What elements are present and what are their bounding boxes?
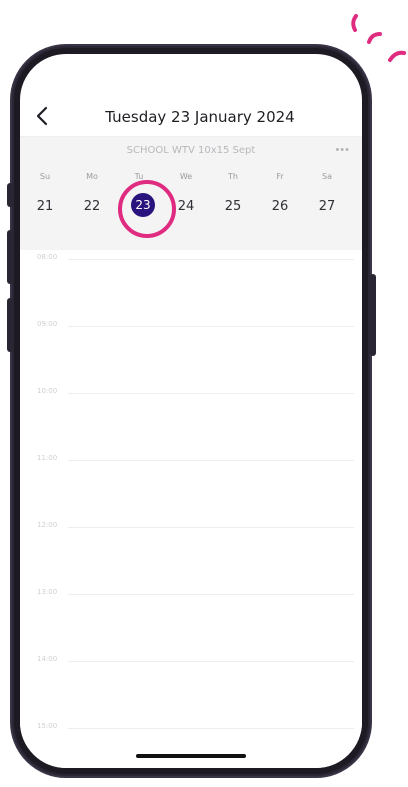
calendar-week-panel: SCHOOL WTV 10x15 Sept ••• Su Mo Tu We Th… bbox=[20, 136, 362, 251]
page: Tuesday 23 January 2024 SCHOOL WTV 10x15… bbox=[0, 0, 408, 787]
power-button bbox=[370, 274, 376, 356]
home-indicator[interactable] bbox=[136, 754, 246, 758]
time-label: 15:00 bbox=[37, 722, 58, 730]
time-label: 13:00 bbox=[37, 588, 58, 596]
time-label: 10:00 bbox=[37, 387, 58, 395]
back-button[interactable] bbox=[30, 103, 54, 129]
hour-divider bbox=[68, 728, 354, 729]
time-slot-1200[interactable]: 12:00 bbox=[20, 518, 362, 538]
weekday-friday: Fr bbox=[276, 172, 284, 181]
phone-frame: Tuesday 23 January 2024 SCHOOL WTV 10x15… bbox=[7, 44, 376, 778]
more-options-button[interactable]: ••• bbox=[335, 144, 350, 156]
hour-divider bbox=[68, 393, 354, 394]
volume-up-button bbox=[7, 230, 13, 284]
time-slot-1000[interactable]: 10:00 bbox=[20, 384, 362, 404]
time-slot-1400[interactable]: 14:00 bbox=[20, 652, 362, 672]
weekday-thursday: Th bbox=[228, 172, 238, 181]
hour-divider bbox=[68, 527, 354, 528]
date-24[interactable]: 24 bbox=[166, 193, 206, 221]
weekday-saturday: Sa bbox=[322, 172, 332, 181]
time-slot-0800[interactable]: 08:00 bbox=[20, 250, 362, 270]
date-21[interactable]: 21 bbox=[25, 193, 65, 221]
time-label: 08:00 bbox=[37, 253, 58, 261]
time-slot-1100[interactable]: 11:00 bbox=[20, 451, 362, 471]
hour-divider bbox=[68, 259, 354, 260]
more-horizontal-icon: ••• bbox=[335, 144, 350, 156]
date-26[interactable]: 26 bbox=[260, 193, 300, 221]
weekday-wednesday: We bbox=[179, 172, 193, 181]
navigation-header: Tuesday 23 January 2024 bbox=[20, 100, 362, 136]
hour-divider bbox=[68, 460, 354, 461]
date-22[interactable]: 22 bbox=[72, 193, 112, 221]
time-slot-1500[interactable]: 15:00 bbox=[20, 719, 362, 739]
time-slot-0900[interactable]: 09:00 bbox=[20, 317, 362, 337]
time-label: 09:00 bbox=[37, 320, 58, 328]
page-title: Tuesday 23 January 2024 bbox=[105, 108, 295, 126]
day-timeline[interactable]: 08:00 09:00 10:00 11:00 12:00 13:00 14:0… bbox=[20, 250, 362, 768]
date-25[interactable]: 25 bbox=[213, 193, 253, 221]
weekday-sunday: Su bbox=[39, 172, 51, 181]
time-label: 14:00 bbox=[37, 655, 58, 663]
time-label: 12:00 bbox=[37, 521, 58, 529]
date-27[interactable]: 27 bbox=[307, 193, 347, 221]
back-chevron-icon bbox=[36, 106, 48, 126]
weekday-monday: Mo bbox=[86, 172, 98, 181]
time-label: 11:00 bbox=[37, 454, 58, 462]
time-slot-1300[interactable]: 13:00 bbox=[20, 585, 362, 605]
calendar-name: SCHOOL WTV 10x15 Sept bbox=[126, 145, 256, 156]
hour-divider bbox=[68, 326, 354, 327]
volume-down-button bbox=[7, 298, 13, 352]
hour-divider bbox=[68, 594, 354, 595]
mute-switch bbox=[7, 183, 13, 207]
phone-screen: Tuesday 23 January 2024 SCHOOL WTV 10x15… bbox=[20, 54, 362, 768]
hour-divider bbox=[68, 661, 354, 662]
